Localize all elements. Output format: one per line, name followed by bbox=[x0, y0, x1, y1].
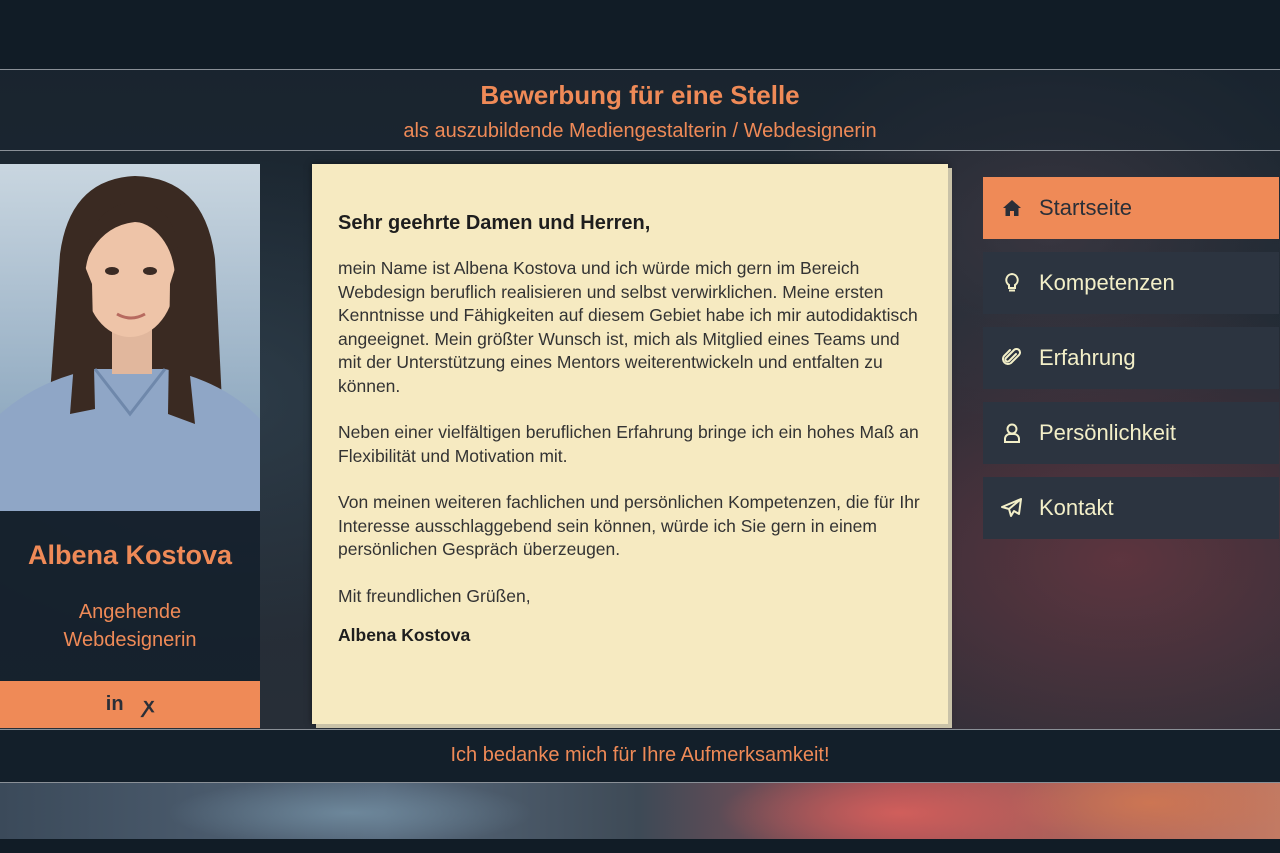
letter-closing: Mit freundlichen Grüßen, bbox=[338, 585, 531, 606]
page-footer: Ich bedanke mich für Ihre Aufmerksamkeit… bbox=[0, 729, 1280, 783]
main-navigation: Startseite Kompetenzen Erfahrung Persönl… bbox=[983, 177, 1279, 552]
letter-signature: Albena Kostova bbox=[338, 625, 471, 645]
nav-item-label: Kompetenzen bbox=[1039, 270, 1175, 295]
nav-item-label: Kontakt bbox=[1039, 495, 1114, 520]
linkedin-icon: in bbox=[105, 693, 124, 715]
footer-text: Ich bedanke mich für Ihre Aufmerksamkeit… bbox=[450, 744, 830, 766]
profile-card: Albena Kostova Angehende Webdesignerin i… bbox=[0, 164, 260, 728]
xing-link[interactable]: ꭗ bbox=[144, 691, 155, 718]
linkedin-link[interactable]: in bbox=[106, 693, 124, 716]
page-header: Bewerbung für eine Stelle als auszubilde… bbox=[0, 70, 1280, 151]
social-links: in ꭗ bbox=[0, 681, 260, 728]
decorative-forest-strip bbox=[0, 783, 1280, 839]
letter-greeting: Sehr geehrte Damen und Herren, bbox=[338, 212, 651, 234]
nav-item-label: Startseite bbox=[1039, 195, 1132, 220]
nav-item-kompetenzen[interactable]: Kompetenzen bbox=[983, 252, 1279, 314]
profile-photo bbox=[0, 164, 260, 511]
lightbulb-icon bbox=[1001, 272, 1023, 294]
page-subtitle: als auszubildende Mediengestalterin / We… bbox=[403, 120, 877, 142]
nav-item-label: Persönlichkeit bbox=[1039, 420, 1176, 445]
nav-item-label: Erfahrung bbox=[1039, 345, 1136, 370]
cover-letter: Sehr geehrte Damen und Herren, mein Name… bbox=[312, 164, 948, 724]
home-icon bbox=[1001, 197, 1023, 219]
xing-icon: ꭗ bbox=[143, 695, 155, 717]
nav-item-erfahrung[interactable]: Erfahrung bbox=[983, 327, 1279, 389]
paper-plane-icon bbox=[1001, 497, 1023, 519]
profile-name: Albena Kostova bbox=[27, 540, 233, 570]
paperclip-icon bbox=[1001, 347, 1023, 369]
nav-item-startseite[interactable]: Startseite bbox=[983, 177, 1279, 239]
nav-item-persoenlichkeit[interactable]: Persönlichkeit bbox=[983, 402, 1279, 464]
letter-paragraph-1: mein Name ist Albena Kostova und ich wür… bbox=[338, 258, 918, 396]
portrait-illustration bbox=[0, 164, 260, 511]
letter-paragraph-2: Neben einer vielfältigen beruflichen Erf… bbox=[338, 422, 919, 466]
letter-paragraph-3: Von meinen weiteren fachlichen und persö… bbox=[338, 492, 920, 559]
bottom-bar bbox=[0, 839, 1280, 853]
user-icon bbox=[1001, 422, 1023, 444]
page-title: Bewerbung für eine Stelle bbox=[480, 80, 800, 110]
nav-item-kontakt[interactable]: Kontakt bbox=[983, 477, 1279, 539]
profile-role: Angehende Webdesignerin bbox=[63, 601, 197, 651]
top-bar bbox=[0, 0, 1280, 70]
